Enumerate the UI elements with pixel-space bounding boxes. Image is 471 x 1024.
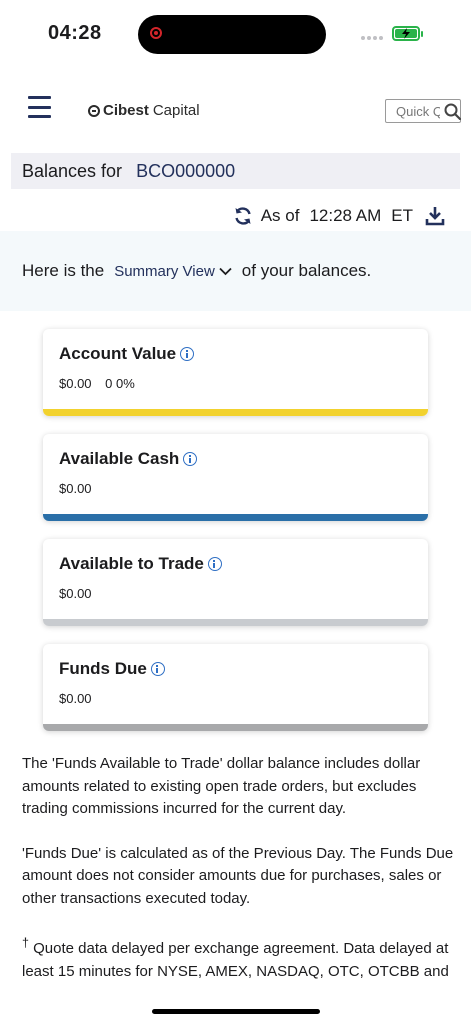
funds-due-amount: $0.00 — [59, 691, 92, 706]
quick-quote-search[interactable] — [385, 99, 461, 123]
card-values: $0.00 — [59, 481, 92, 496]
note-funds-due: 'Funds Due' is calculated as of the Prev… — [22, 844, 454, 907]
as-of-time: 12:28 AM — [309, 206, 382, 225]
as-of-row: As of 12:28 AM ET — [233, 206, 445, 226]
battery-cap — [421, 31, 423, 37]
card-values: $0.00 0 0% — [59, 376, 135, 391]
account-selector[interactable]: BCO000000 — [136, 161, 235, 182]
dynamic-island — [138, 15, 326, 54]
recording-indicator-icon — [150, 27, 162, 39]
info-icon[interactable] — [183, 452, 198, 466]
balances-label: Balances for — [22, 160, 123, 181]
available-cash-amount: $0.00 — [59, 481, 92, 496]
note-quote-delay-text: Quote data delayed per exchange agreemen… — [22, 940, 449, 986]
footnote-dagger: † — [22, 936, 29, 950]
funds-due-title: Funds Due — [59, 659, 147, 678]
funds-due-card[interactable]: Funds Due $0.00 — [43, 644, 428, 731]
notes-section: The 'Funds Available to Trade' dollar ba… — [0, 732, 471, 986]
as-of-label: As of — [260, 206, 300, 225]
as-of-timezone: ET — [391, 206, 413, 225]
summary-band: Here is the Summary View of your balance… — [0, 231, 471, 311]
account-value-change: 0 — [105, 376, 113, 391]
summary-view-label: Summary View — [114, 262, 215, 280]
info-icon[interactable] — [207, 557, 222, 571]
balances-header: Balances for BCO000000 — [11, 153, 460, 189]
refresh-icon[interactable] — [233, 206, 253, 226]
available-to-trade-card[interactable]: Available to Trade $0.00 — [43, 539, 428, 626]
card-title: Account Value — [59, 344, 195, 364]
summary-view-dropdown[interactable]: Summary View — [114, 263, 232, 280]
account-value-amount: $0.00 — [59, 376, 92, 391]
hamburger-menu-icon[interactable] — [28, 96, 51, 118]
account-value-card[interactable]: Account Value $0.00 0 0% — [43, 329, 428, 416]
card-values: $0.00 — [59, 691, 92, 706]
home-indicator[interactable] — [152, 1009, 320, 1014]
app-header: Cibest Capital — [0, 88, 471, 134]
logo-light-text: Capital — [152, 102, 200, 119]
info-icon[interactable] — [150, 662, 165, 676]
available-cash-card[interactable]: Available Cash $0.00 — [43, 434, 428, 521]
logo-bold-text: Cibest — [103, 102, 149, 119]
card-title: Funds Due — [59, 659, 165, 679]
card-values: $0.00 — [59, 586, 92, 601]
search-icon[interactable] — [444, 103, 461, 120]
account-value-pct: 0% — [116, 376, 135, 391]
available-cash-title: Available Cash — [59, 449, 180, 468]
status-bar: 04:28 — [0, 0, 471, 70]
battery-icon — [392, 26, 420, 41]
card-stripe — [43, 409, 428, 416]
brand-mark-icon — [88, 104, 100, 117]
summary-suffix: of your balances. — [241, 261, 372, 280]
card-stripe — [43, 724, 428, 731]
brand-logo[interactable]: Cibest Capital — [88, 102, 200, 119]
summary-sentence: Here is the Summary View of your balance… — [22, 261, 371, 281]
available-to-trade-title: Available to Trade — [59, 554, 204, 573]
info-icon[interactable] — [180, 347, 195, 361]
cellular-signal-icon — [361, 36, 383, 40]
quick-quote-input[interactable] — [396, 103, 440, 119]
card-title: Available Cash — [59, 449, 198, 469]
download-icon[interactable] — [425, 206, 445, 226]
account-value-title: Account Value — [59, 344, 177, 363]
card-title: Available to Trade — [59, 554, 222, 574]
note-quote-delay: † Quote data delayed per exchange agreem… — [22, 932, 464, 986]
note-funds-available: The 'Funds Available to Trade' dollar ba… — [22, 755, 421, 817]
card-stripe — [43, 514, 428, 521]
card-stripe — [43, 619, 428, 626]
available-to-trade-amount: $0.00 — [59, 586, 92, 601]
summary-prefix: Here is the — [22, 261, 105, 280]
chevron-down-icon — [219, 267, 232, 275]
status-time: 04:28 — [48, 22, 102, 44]
